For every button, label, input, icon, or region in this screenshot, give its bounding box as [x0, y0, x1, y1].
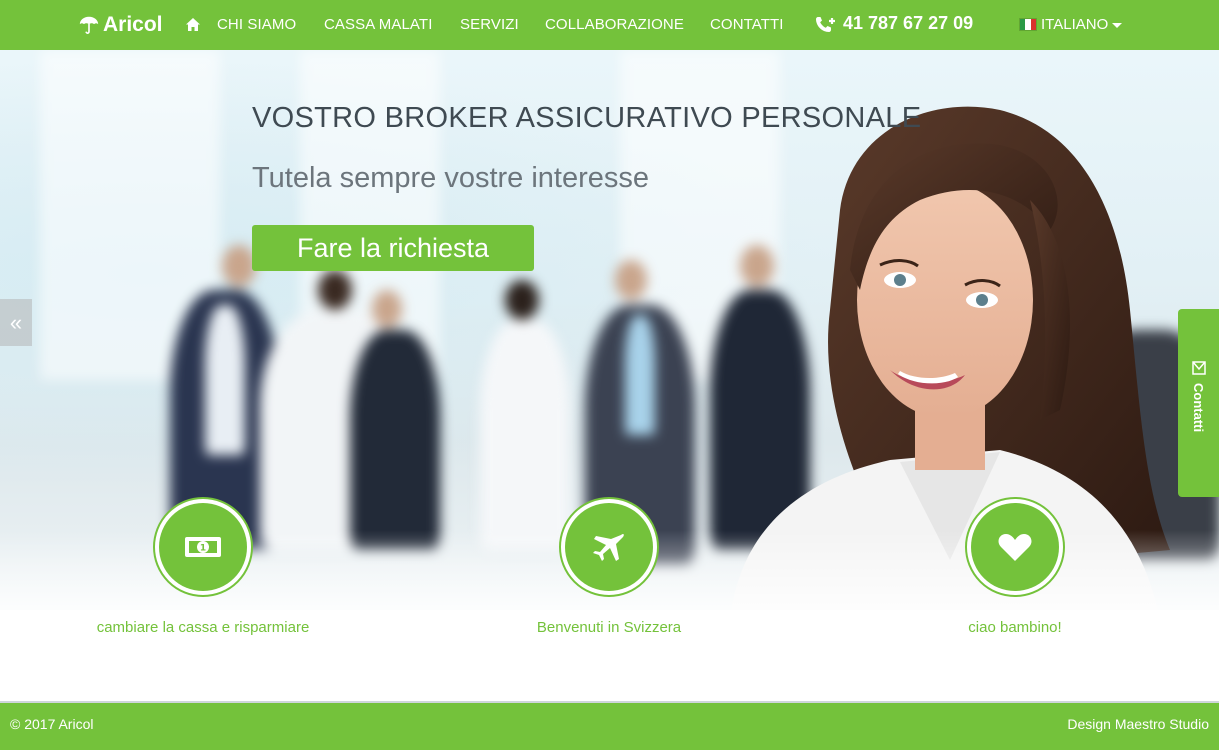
brand-name: Aricol: [103, 13, 163, 36]
feature-item-savings[interactable]: 1 cambiare la cassa e risparmiare: [53, 497, 353, 636]
chevron-down-icon: [1112, 23, 1123, 28]
phone-icon: [816, 16, 835, 32]
nav-item-servizi[interactable]: SERVIZI: [460, 16, 519, 33]
language-selector[interactable]: ITALIANO: [1019, 16, 1123, 33]
feature-circle[interactable]: 1: [153, 497, 253, 597]
italy-flag-icon: [1019, 18, 1037, 31]
side-contact-tab[interactable]: Contatti: [1178, 309, 1219, 497]
hero-subtitle: Tutela sempre vostre interesse: [252, 162, 650, 194]
feature-item-baby[interactable]: ciao bambino!: [865, 497, 1165, 636]
home-icon[interactable]: [185, 17, 201, 32]
request-button[interactable]: Fare la richiesta: [252, 225, 534, 271]
top-navbar: Aricol CHI SIAMO CASSA MALATI SERVIZI CO…: [0, 0, 1219, 50]
feature-item-welcome[interactable]: Benvenuti in Svizzera: [459, 497, 759, 636]
feature-circle[interactable]: [559, 497, 659, 597]
phone-number: 41 787 67 27 09: [843, 13, 974, 33]
money-icon: 1: [185, 537, 221, 557]
umbrella-icon: [79, 16, 99, 34]
nav-item-contatti[interactable]: CONTATTI: [710, 16, 784, 33]
plane-icon: [593, 533, 624, 561]
feature-caption[interactable]: Benvenuti in Svizzera: [459, 619, 759, 636]
mail-icon: [1191, 361, 1206, 375]
language-label: ITALIANO: [1041, 16, 1109, 33]
brand-logo[interactable]: Aricol: [78, 11, 163, 39]
svg-text:1: 1: [200, 544, 206, 554]
slider-prev-arrow[interactable]: «: [0, 299, 32, 346]
heart-icon: [998, 534, 1032, 561]
hero-title: VOSTRO BROKER ASSICURATIVO PERSONALE: [252, 102, 922, 134]
feature-caption[interactable]: cambiare la cassa e risparmiare: [53, 619, 353, 636]
nav-item-chi-siamo[interactable]: CHI SIAMO: [217, 16, 296, 33]
footer-copyright: © 2017 Aricol: [10, 716, 94, 732]
phone-link[interactable]: 41 787 67 27 09: [815, 13, 973, 34]
footer-credit-link[interactable]: Design Maestro Studio: [1067, 716, 1209, 732]
feature-circle[interactable]: [965, 497, 1065, 597]
side-tab-label: Contatti: [1191, 383, 1206, 433]
footer: © 2017 Aricol Design Maestro Studio: [0, 703, 1219, 750]
feature-caption[interactable]: ciao bambino!: [865, 619, 1165, 636]
nav-item-collaborazione[interactable]: COLLABORAZIONE: [545, 16, 684, 33]
nav-item-cassa-malati[interactable]: CASSA MALATI: [324, 16, 432, 33]
